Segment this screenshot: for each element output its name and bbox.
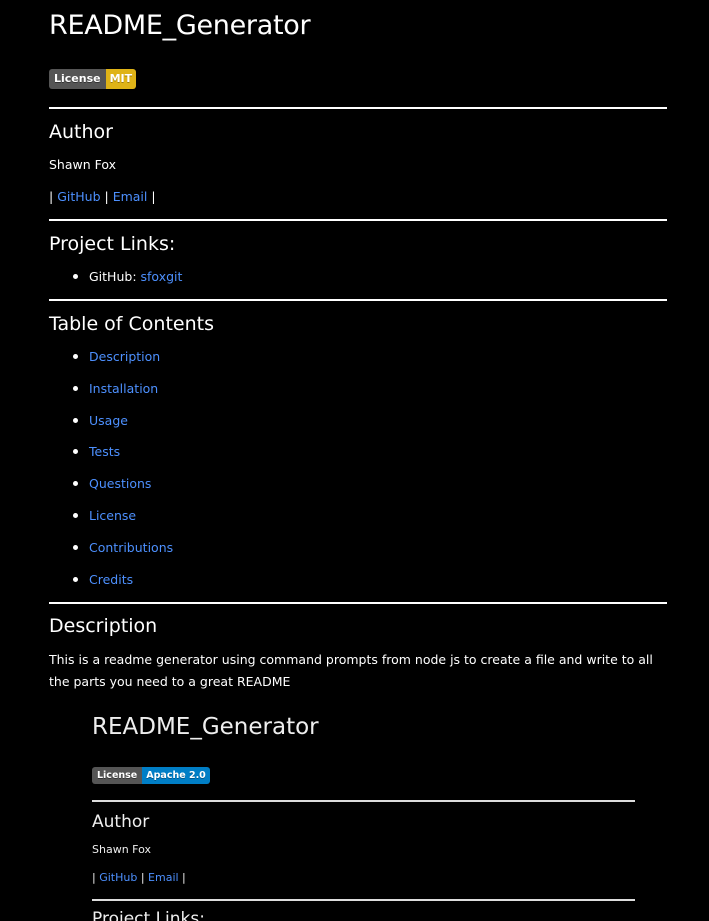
toc-link-installation[interactable]: Installation	[89, 381, 158, 396]
license-badge-value: MIT	[105, 69, 137, 89]
screenshot-divider	[92, 800, 635, 802]
toc-link-tests[interactable]: Tests	[89, 444, 120, 459]
toc-item: Contributions	[49, 539, 173, 571]
license-badge[interactable]: License MIT	[49, 69, 137, 89]
separator: |	[147, 189, 156, 204]
sfoxgit-link[interactable]: sfoxgit	[141, 269, 183, 284]
author-name: Shawn Fox	[49, 157, 117, 172]
divider	[49, 219, 667, 221]
screenshot-author-links: | GitHub | Email |	[92, 871, 186, 884]
separator: |	[178, 871, 186, 884]
screenshot-author-heading: Author	[92, 812, 150, 832]
divider	[49, 602, 667, 604]
toc-link-description[interactable]: Description	[89, 349, 160, 364]
separator: |	[49, 189, 58, 204]
project-links-heading: Project Links:	[49, 233, 176, 255]
list-item: GitHub: sfoxgit	[49, 268, 182, 300]
screenshot-github-link: GitHub	[99, 871, 138, 884]
toc-item: Usage	[49, 412, 173, 444]
screenshot-email-link: Email	[148, 871, 179, 884]
license-badge-label: License	[49, 69, 106, 89]
author-links: | GitHub | Email |	[49, 186, 156, 208]
toc-item: License	[49, 507, 173, 539]
screenshot-badge-label: License	[92, 767, 143, 784]
toc-heading: Table of Contents	[49, 313, 214, 335]
screenshot-badge-value: Apache 2.0	[142, 767, 210, 784]
divider	[49, 299, 667, 301]
screenshot-divider	[92, 899, 635, 901]
github-link[interactable]: GitHub	[57, 189, 100, 204]
screenshot-license-badge: License Apache 2.0	[92, 767, 210, 784]
email-link[interactable]: Email	[113, 189, 148, 204]
toc-item: Credits	[49, 571, 173, 603]
divider	[49, 107, 667, 109]
readme-screenshot-image: README_Generator License Apache 2.0 Auth…	[92, 700, 637, 921]
description-text: This is a readme generator using command…	[49, 652, 653, 689]
author-heading: Author	[49, 121, 113, 143]
toc-list: Description Installation Usage Tests Que…	[49, 348, 173, 602]
screenshot-title: README_Generator	[92, 714, 319, 740]
toc-link-license[interactable]: License	[89, 508, 136, 523]
toc-item: Description	[49, 348, 173, 380]
description-heading: Description	[49, 615, 158, 637]
separator: |	[100, 189, 113, 204]
toc-link-questions[interactable]: Questions	[89, 476, 151, 491]
project-link-label: GitHub:	[89, 269, 141, 284]
project-links-list: GitHub: sfoxgit	[49, 268, 182, 300]
toc-link-credits[interactable]: Credits	[89, 572, 133, 587]
screenshot-project-links-heading: Project Links:	[92, 909, 205, 921]
toc-item: Questions	[49, 475, 173, 507]
toc-item: Tests	[49, 443, 173, 475]
screenshot-author-name: Shawn Fox	[92, 843, 151, 856]
toc-link-contributions[interactable]: Contributions	[89, 540, 173, 555]
separator: |	[137, 871, 149, 884]
toc-link-usage[interactable]: Usage	[89, 413, 128, 428]
toc-item: Installation	[49, 380, 173, 412]
page-title: README_Generator	[49, 10, 311, 41]
